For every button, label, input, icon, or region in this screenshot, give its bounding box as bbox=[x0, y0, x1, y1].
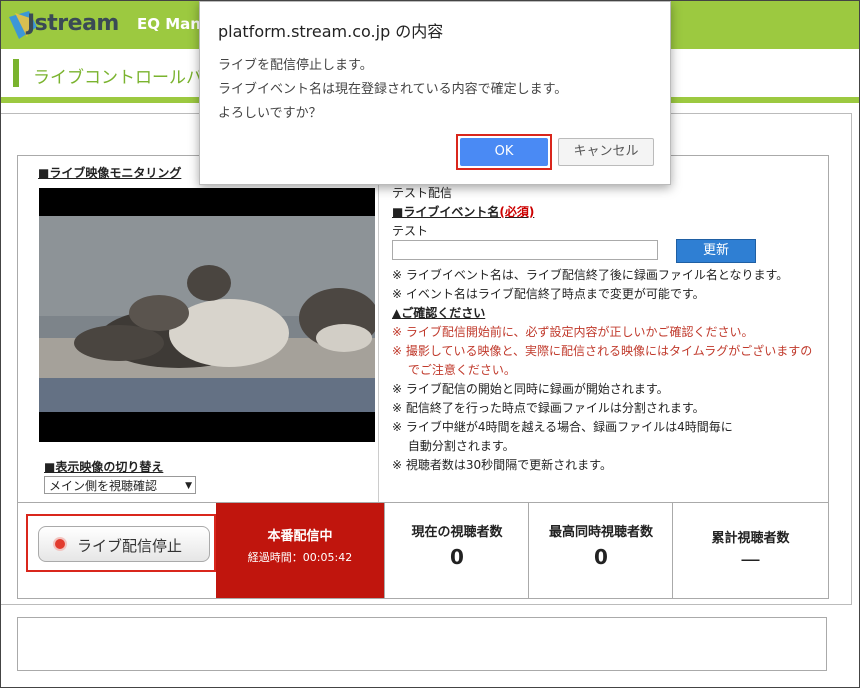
cancel-button[interactable]: キャンセル bbox=[558, 138, 654, 166]
confirm-heading: ▲ご確認ください bbox=[392, 306, 486, 320]
column-divider bbox=[378, 156, 379, 502]
display-switch-select[interactable]: メイン側を視聴確認 ▼ bbox=[44, 476, 196, 494]
warning-line: ※ 撮影している映像と、実際に配信される映像にはタイムラグがございますの bbox=[392, 344, 813, 358]
peak-viewers-label: 最高同時視聴者数 bbox=[548, 525, 653, 540]
test-label: テスト配信 bbox=[392, 186, 453, 200]
record-dot-icon bbox=[53, 537, 67, 551]
event-name-heading-text: ■ライブイベント名 bbox=[392, 205, 500, 219]
title-accent-bar bbox=[13, 59, 19, 87]
total-viewers-value: — bbox=[740, 547, 761, 571]
dialog-message-line: よろしいですか？ bbox=[218, 106, 322, 121]
note-line: ※ 配信終了を行った時点で録画ファイルは分割されます。 bbox=[392, 401, 705, 415]
event-name-input[interactable] bbox=[392, 240, 658, 260]
warning-line: でご注意ください。 bbox=[392, 363, 516, 377]
current-viewers-value: 0 bbox=[450, 545, 464, 569]
dialog-message-line: ライブイベント名は現在登録されている内容で確定します。 bbox=[218, 82, 568, 97]
note-line: ※ イベント名はライブ配信終了時点まで変更が可能です。 bbox=[392, 287, 705, 301]
jstream-logo[interactable]: Jstream bbox=[7, 7, 125, 43]
elapsed-time: 経過時間：00:05:42 bbox=[247, 551, 353, 564]
live-control-box: ■ライブ映像モニタリング ■表示映像の切り替え メイン側を視聴確認 ▼ テスト配… bbox=[17, 155, 829, 599]
update-button[interactable]: 更新 bbox=[676, 239, 756, 263]
event-name-heading: ■ライブイベント名(必須) bbox=[392, 203, 534, 220]
note-line: ※ ライブイベント名は、ライブ配信終了後に録画ファイル名となります。 bbox=[392, 268, 789, 282]
dialog-message-line: ライブを配信停止します。 bbox=[218, 58, 373, 73]
monitor-title: ■ライブ映像モニタリング bbox=[38, 166, 182, 180]
peak-viewers: 最高同時視聴者数 0 bbox=[528, 503, 673, 598]
note-line: 自動分割されます。 bbox=[392, 439, 515, 453]
stop-live-label: ライブ配信停止 bbox=[77, 537, 183, 555]
dropdown-arrow-icon: ▼ bbox=[185, 481, 192, 491]
note-line: ※ 視聴者数は30秒間隔で更新されます。 bbox=[392, 458, 612, 472]
warning-line: ※ ライブ配信開始前に、必ず設定内容が正しいかご確認ください。 bbox=[392, 325, 754, 339]
current-viewers: 現在の視聴者数 0 bbox=[384, 503, 529, 598]
browser-page: Jstream EQ Man ライブコントロールパ ■ライブ映像モニタリング ■… bbox=[0, 0, 860, 688]
stop-live-button[interactable]: ライブ配信停止 bbox=[38, 526, 210, 562]
ok-button[interactable]: OK bbox=[460, 138, 548, 166]
live-label: 本番配信中 bbox=[267, 529, 333, 544]
event-name-current: テスト bbox=[392, 224, 429, 238]
total-viewers-label: 累計視聴者数 bbox=[711, 531, 790, 546]
video-frame-image bbox=[39, 188, 375, 442]
app-title: EQ Man bbox=[137, 15, 201, 33]
live-status-badge: 本番配信中 経過時間：00:05:42 bbox=[216, 503, 384, 598]
dialog-title: platform.stream.co.jp の内容 bbox=[218, 22, 444, 41]
display-switch-value: メイン側を視聴確認 bbox=[49, 479, 158, 493]
confirm-dialog: platform.stream.co.jp の内容 ライブを配信停止します。 ラ… bbox=[199, 1, 671, 185]
required-mark: (必須) bbox=[499, 205, 535, 219]
peak-viewers-value: 0 bbox=[594, 545, 608, 569]
live-video-monitor[interactable] bbox=[39, 188, 375, 442]
page-title: ライブコントロールパ bbox=[33, 68, 203, 88]
current-viewers-label: 現在の視聴者数 bbox=[411, 525, 503, 540]
note-line: ※ ライブ配信の開始と同時に録画が開始されます。 bbox=[392, 382, 669, 396]
logo-text: Jstream bbox=[27, 11, 119, 36]
note-line: ※ ライブ中継が4時間を越える場合、録画ファイルは4時間毎に bbox=[392, 420, 733, 434]
total-viewers: 累計視聴者数 — bbox=[672, 503, 828, 598]
display-switch-title: ■表示映像の切り替え bbox=[44, 460, 164, 474]
bottom-panel bbox=[17, 617, 827, 671]
